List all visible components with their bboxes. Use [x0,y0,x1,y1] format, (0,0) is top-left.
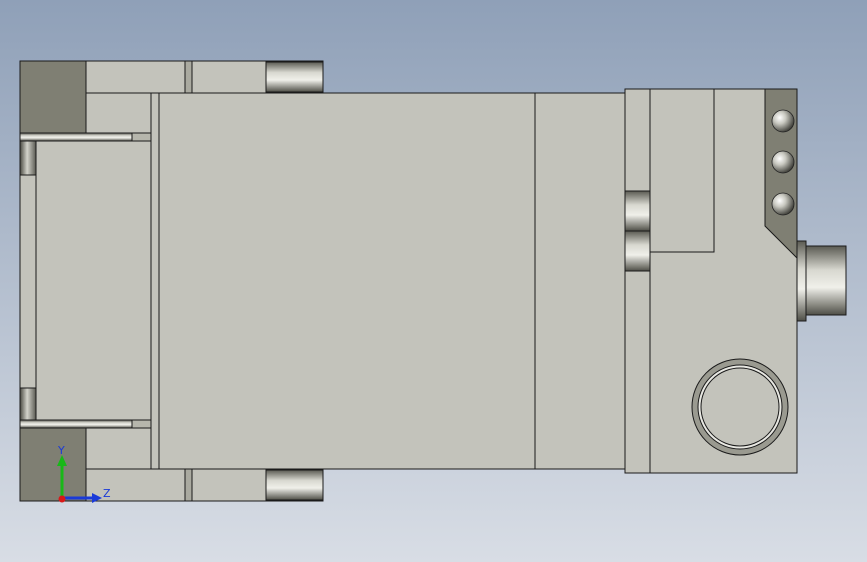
cad-viewport[interactable]: Y Z [0,0,867,562]
bottom-bolt-slot [265,469,324,501]
cable-connector[interactable] [796,240,847,322]
pin-3 [771,192,795,216]
encoder-notch-upper [624,190,651,232]
encoder-raised-panel [649,88,715,253]
connector-pins [771,109,795,216]
body-housing [150,92,626,470]
top-flange-lower [85,92,153,134]
bottom-flange-upper [85,427,153,470]
pilot-bottom-edge [19,387,37,421]
motor-body[interactable] [150,92,626,470]
model-drawing: Y Z [0,0,867,562]
top-flange-split [184,60,193,94]
pilot-top-edge [19,140,37,176]
top-dark-block [19,60,87,134]
bottom-dark-block [19,427,87,502]
pilot-side [19,174,37,389]
connector-collar [796,240,807,322]
encoder-block[interactable] [624,88,798,474]
x-axis-dot [58,495,66,503]
encoder-notch-lower [624,230,651,272]
pilot-face [35,140,153,421]
port-bore [700,367,780,447]
pilot-top-chamfer [19,132,133,142]
y-axis-label: Y [57,444,65,457]
pin-1 [771,109,795,133]
pin-2 [771,150,795,174]
connector-barrel [805,245,847,316]
pilot-bottom-chamfer [19,419,133,429]
z-axis-label: Z [103,487,111,500]
top-bolt-slot [265,61,324,93]
encoder-side-strip [624,88,651,474]
bottom-flange-split [184,468,193,502]
